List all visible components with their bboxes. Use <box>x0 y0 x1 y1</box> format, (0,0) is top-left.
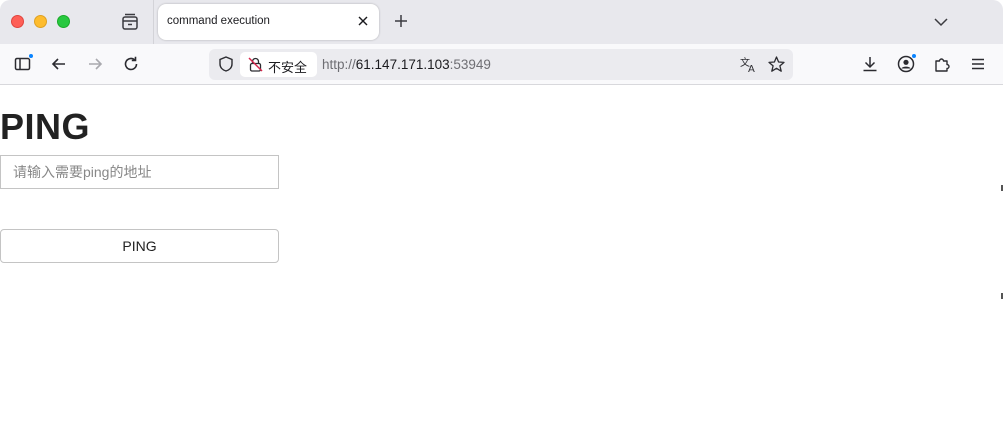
security-label: 不安全 <box>268 60 308 75</box>
page-content: PING PING <box>0 85 1003 429</box>
extensions-icon[interactable] <box>932 54 952 74</box>
plus-icon[interactable] <box>392 12 410 30</box>
close-icon[interactable] <box>356 14 370 28</box>
svg-text:A: A <box>748 64 755 74</box>
tab-strip-separator <box>153 0 154 44</box>
url-scheme: http:// <box>322 57 356 72</box>
download-icon[interactable] <box>860 54 880 74</box>
translate-icon[interactable]: 文 A <box>739 55 758 74</box>
back-arrow-icon[interactable] <box>49 54 69 74</box>
url-text[interactable]: http://61.147.171.103:53949 <box>322 57 491 72</box>
window-close-button[interactable] <box>11 15 24 28</box>
site-security-chip[interactable]: 不安全 <box>240 52 317 77</box>
tab-active[interactable]: command execution <box>158 4 379 40</box>
url-port: :53949 <box>449 57 491 72</box>
account-badge <box>911 53 917 59</box>
page-title: PING <box>0 106 91 147</box>
reload-icon[interactable] <box>121 54 141 74</box>
browser-window: command execution 不安全 http://61.147.171.… <box>0 0 1003 429</box>
tab-strip: command execution <box>0 0 1003 44</box>
navigation-bar: 不安全 http://61.147.171.103:53949 文 A <box>0 44 1003 85</box>
star-icon[interactable] <box>767 55 786 74</box>
window-minimize-button[interactable] <box>34 15 47 28</box>
window-maximize-button[interactable] <box>57 15 70 28</box>
tab-title: command execution <box>167 15 270 27</box>
tab-list-icon[interactable] <box>120 12 140 32</box>
ping-submit-button[interactable]: PING <box>0 229 279 263</box>
sidebar-badge <box>28 53 34 59</box>
insecure-lock-icon <box>248 57 263 72</box>
ping-address-input[interactable] <box>0 155 279 189</box>
url-host: 61.147.171.103 <box>355 57 450 72</box>
url-bar[interactable]: 不安全 http://61.147.171.103:53949 文 A <box>209 49 793 80</box>
menu-icon[interactable] <box>968 54 988 74</box>
forward-arrow-icon[interactable] <box>85 54 105 74</box>
shield-icon[interactable] <box>217 55 235 73</box>
chevron-down-icon[interactable] <box>932 13 950 31</box>
